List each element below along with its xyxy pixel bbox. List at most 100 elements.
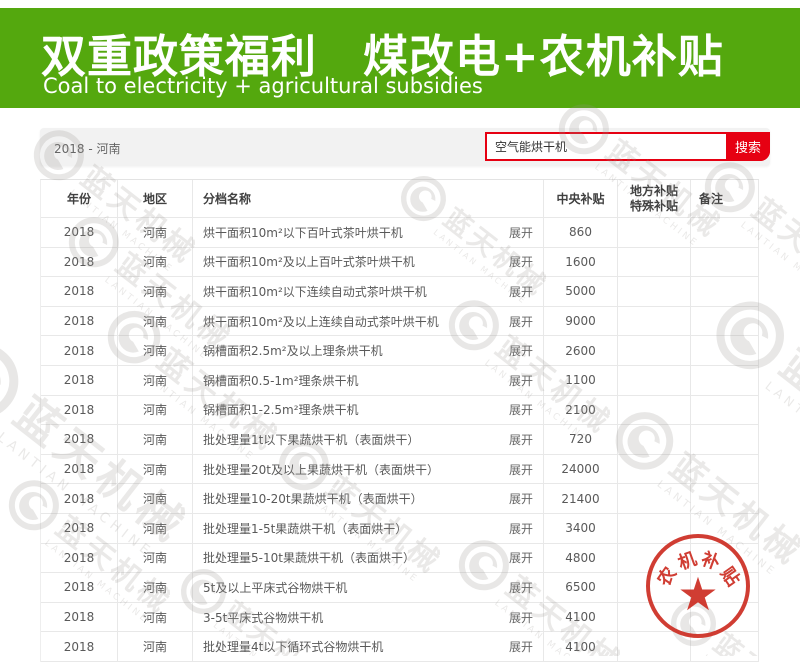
cell-name: 批处理量20t及以上果蔬烘干机（表面烘干） 展开 bbox=[193, 455, 544, 484]
expand-link[interactable]: 展开 bbox=[509, 372, 533, 389]
expand-link[interactable]: 展开 bbox=[509, 283, 533, 300]
cell-year: 2018 bbox=[41, 455, 118, 484]
cell-name: 批处理量5-10t果蔬烘干机（表面烘干） 展开 bbox=[193, 544, 544, 573]
col-remark: 备注 bbox=[691, 180, 759, 217]
cell-central-subsidy: 860 bbox=[544, 218, 618, 247]
cell-region: 河南 bbox=[118, 307, 193, 336]
table-row: 2018 河南 锅槽面积0.5-1m²理条烘干机 展开 1100 bbox=[41, 366, 759, 396]
table-header-row: 年份 地区 分档名称 中央补贴 地方补贴 特殊补贴 备注 bbox=[41, 180, 759, 218]
cell-central-subsidy: 6500 bbox=[544, 573, 618, 602]
cell-local-subsidy bbox=[618, 632, 691, 661]
watermark-text: 蓝天机械 bbox=[770, 333, 800, 493]
cell-region: 河南 bbox=[118, 603, 193, 632]
cell-central-subsidy: 2100 bbox=[544, 396, 618, 425]
cell-remark bbox=[691, 573, 759, 602]
table-row: 2018 河南 烘干面积10m²以下连续自动式茶叶烘干机 展开 5000 bbox=[41, 277, 759, 307]
expand-link[interactable]: 展开 bbox=[509, 638, 533, 655]
cell-name: 烘干面积10m²以下连续自动式茶叶烘干机 展开 bbox=[193, 277, 544, 306]
cell-region: 河南 bbox=[118, 396, 193, 425]
cell-name: 锅槽面积0.5-1m²理条烘干机 展开 bbox=[193, 366, 544, 395]
cell-local-subsidy bbox=[618, 218, 691, 247]
table-row: 2018 河南 批处理量20t及以上果蔬烘干机（表面烘干） 展开 24000 bbox=[41, 455, 759, 485]
search-button[interactable]: 搜索 bbox=[726, 132, 770, 161]
cell-local-subsidy bbox=[618, 544, 691, 573]
expand-link[interactable]: 展开 bbox=[509, 549, 533, 566]
toolbar: 2018 - 河南 搜索 bbox=[40, 128, 770, 166]
cell-central-subsidy: 4800 bbox=[544, 544, 618, 573]
cell-region: 河南 bbox=[118, 484, 193, 513]
cell-central-subsidy: 1600 bbox=[544, 248, 618, 277]
cell-region: 河南 bbox=[118, 277, 193, 306]
cell-region: 河南 bbox=[118, 632, 193, 661]
cell-name: 3-5t平床式谷物烘干机 展开 bbox=[193, 603, 544, 632]
cell-central-subsidy: 2600 bbox=[544, 336, 618, 365]
cell-name: 烘干面积10m²以下百叶式茶叶烘干机 展开 bbox=[193, 218, 544, 247]
cell-remark bbox=[691, 455, 759, 484]
cell-name-text: 5t及以上平床式谷物烘干机 bbox=[203, 579, 503, 596]
table-row: 2018 河南 5t及以上平床式谷物烘干机 展开 6500 bbox=[41, 573, 759, 603]
cell-name-text: 批处理量4t以下循环式谷物烘干机 bbox=[203, 638, 503, 655]
cell-local-subsidy bbox=[618, 248, 691, 277]
cell-year: 2018 bbox=[41, 277, 118, 306]
expand-link[interactable]: 展开 bbox=[509, 253, 533, 270]
cell-year: 2018 bbox=[41, 514, 118, 543]
cell-year: 2018 bbox=[41, 573, 118, 602]
cell-local-subsidy bbox=[618, 514, 691, 543]
cell-remark bbox=[691, 218, 759, 247]
cell-local-subsidy bbox=[618, 396, 691, 425]
table-row: 2018 河南 烘干面积10m²及以上百叶式茶叶烘干机 展开 1600 bbox=[41, 248, 759, 278]
table-row: 2018 河南 批处理量1-5t果蔬烘干机（表面烘干） 展开 3400 bbox=[41, 514, 759, 544]
cell-name-text: 烘干面积10m²以下连续自动式茶叶烘干机 bbox=[203, 283, 503, 300]
expand-link[interactable]: 展开 bbox=[509, 224, 533, 241]
search-input[interactable] bbox=[487, 134, 726, 159]
expand-link[interactable]: 展开 bbox=[509, 342, 533, 359]
table-row: 2018 河南 锅槽面积1-2.5m²理条烘干机 展开 2100 bbox=[41, 396, 759, 426]
cell-remark bbox=[691, 396, 759, 425]
banner: 双重政策福利 煤改电+农机补贴 Coal to electricity + ag… bbox=[0, 8, 800, 108]
page-subtitle: Coal to electricity + agricultural subsi… bbox=[43, 74, 483, 98]
brand-logo-icon bbox=[0, 326, 36, 435]
cell-name: 烘干面积10m²及以上连续自动式茶叶烘干机 展开 bbox=[193, 307, 544, 336]
cell-local-subsidy bbox=[618, 366, 691, 395]
table-header: 年份 地区 分档名称 中央补贴 地方补贴 特殊补贴 备注 bbox=[41, 180, 759, 218]
cell-year: 2018 bbox=[41, 484, 118, 513]
table-row: 2018 河南 批处理量1t以下果蔬烘干机（表面烘干） 展开 720 bbox=[41, 425, 759, 455]
col-local-line2: 特殊补贴 bbox=[630, 199, 678, 214]
expand-link[interactable]: 展开 bbox=[509, 431, 533, 448]
expand-link[interactable]: 展开 bbox=[509, 401, 533, 418]
expand-link[interactable]: 展开 bbox=[509, 461, 533, 478]
cell-region: 河南 bbox=[118, 514, 193, 543]
cell-name: 锅槽面积1-2.5m²理条烘干机 展开 bbox=[193, 396, 544, 425]
col-region: 地区 bbox=[118, 180, 193, 217]
cell-name: 5t及以上平床式谷物烘干机 展开 bbox=[193, 573, 544, 602]
cell-central-subsidy: 3400 bbox=[544, 514, 618, 543]
cell-year: 2018 bbox=[41, 603, 118, 632]
expand-link[interactable]: 展开 bbox=[509, 313, 533, 330]
cell-local-subsidy bbox=[618, 307, 691, 336]
table-row: 2018 河南 3-5t平床式谷物烘干机 展开 4100 bbox=[41, 603, 759, 633]
expand-link[interactable]: 展开 bbox=[509, 609, 533, 626]
col-name: 分档名称 bbox=[193, 180, 544, 217]
cell-name: 批处理量10-20t果蔬烘干机（表面烘干） 展开 bbox=[193, 484, 544, 513]
cell-year: 2018 bbox=[41, 632, 118, 661]
cell-name-text: 批处理量5-10t果蔬烘干机（表面烘干） bbox=[203, 549, 503, 566]
cell-remark bbox=[691, 425, 759, 454]
expand-link[interactable]: 展开 bbox=[509, 579, 533, 596]
cell-year: 2018 bbox=[41, 366, 118, 395]
cell-remark bbox=[691, 484, 759, 513]
cell-remark bbox=[691, 603, 759, 632]
cell-remark bbox=[691, 248, 759, 277]
table-row: 2018 河南 批处理量4t以下循环式谷物烘干机 展开 4100 bbox=[41, 632, 759, 662]
expand-link[interactable]: 展开 bbox=[509, 490, 533, 507]
cell-year: 2018 bbox=[41, 544, 118, 573]
cell-year: 2018 bbox=[41, 396, 118, 425]
cell-name-text: 烘干面积10m²及以上百叶式茶叶烘干机 bbox=[203, 253, 503, 270]
col-local-line1: 地方补贴 bbox=[630, 184, 678, 199]
page: 蓝天机械 LANTIAN MACHINE 蓝天机械 LANTIAN MACHIN… bbox=[0, 0, 800, 656]
cell-name-text: 锅槽面积2.5m²及以上理条烘干机 bbox=[203, 342, 503, 359]
expand-link[interactable]: 展开 bbox=[509, 520, 533, 537]
cell-local-subsidy bbox=[618, 425, 691, 454]
cell-name: 批处理量1-5t果蔬烘干机（表面烘干） 展开 bbox=[193, 514, 544, 543]
cell-local-subsidy bbox=[618, 455, 691, 484]
cell-local-subsidy bbox=[618, 573, 691, 602]
